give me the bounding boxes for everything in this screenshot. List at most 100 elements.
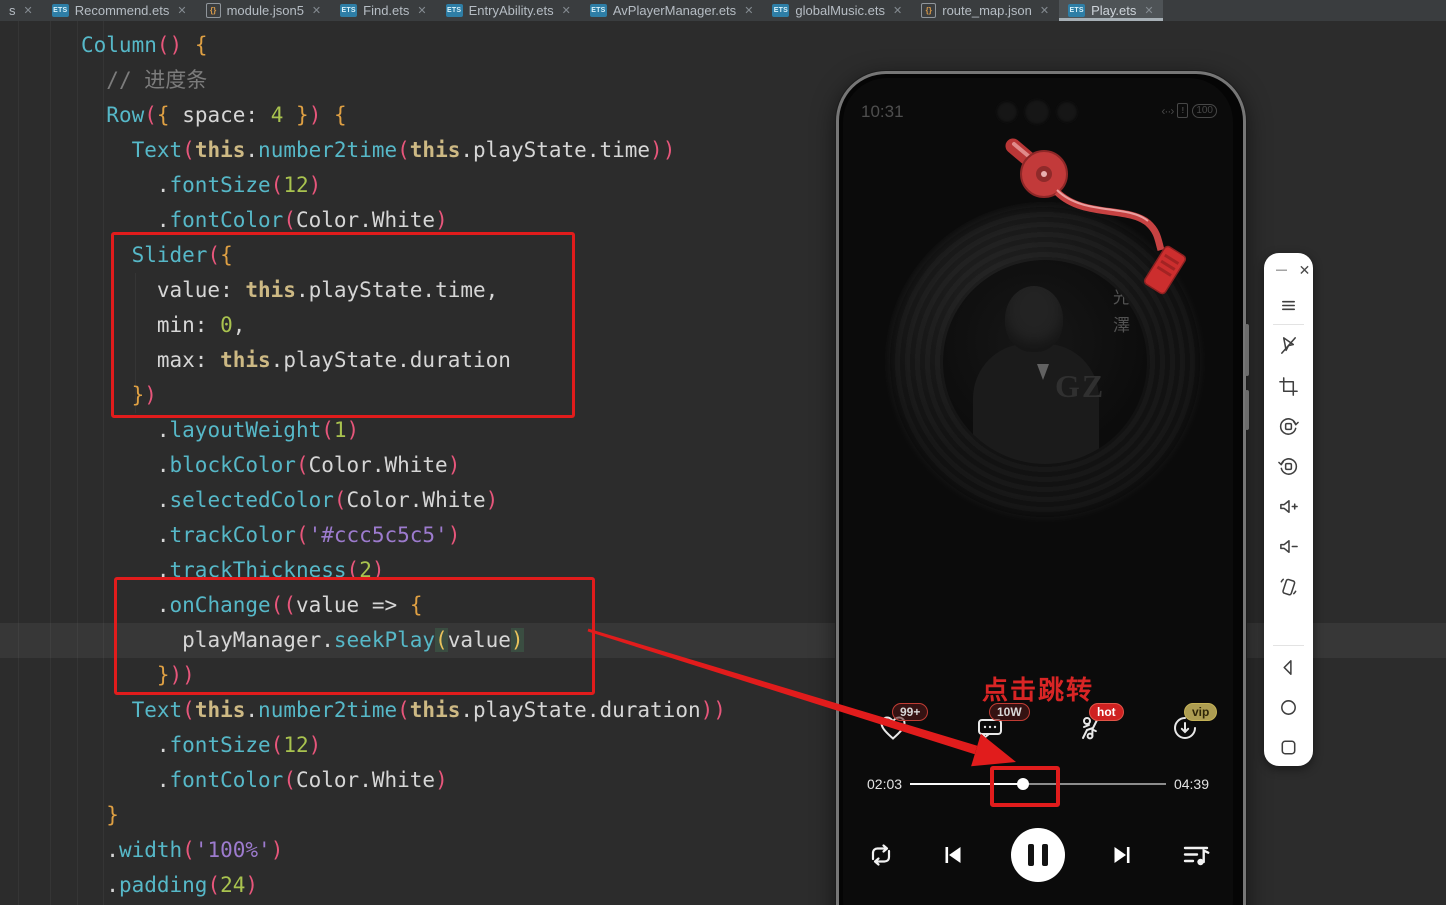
tab-s[interactable]: s✕ xyxy=(0,0,42,21)
tab-label: Find.ets xyxy=(363,3,409,18)
battery-level-badge: 100 xyxy=(1192,104,1217,118)
tab-label: Recommend.ets xyxy=(75,3,170,18)
code-line-20[interactable]: Text(this.number2time(this.playState.dur… xyxy=(81,693,726,728)
battery-alert-icon: ! xyxy=(1177,103,1188,118)
status-icons: ‹··› ! 100 xyxy=(1161,103,1217,118)
total-time: 04:39 xyxy=(1174,776,1209,792)
ets-file-icon: ETS xyxy=(446,4,463,17)
like-badge: 99+ xyxy=(892,703,928,721)
rotate-right-button[interactable] xyxy=(1264,454,1313,478)
json-file-icon: {} xyxy=(206,3,221,18)
song-action-row: 99+ 10W hot vip xyxy=(843,708,1233,758)
ets-file-icon: ETS xyxy=(590,4,607,17)
annotation-box-onchange xyxy=(114,577,595,695)
code-line-1[interactable]: Column() { xyxy=(81,28,726,63)
repeat-button[interactable] xyxy=(866,840,896,870)
tab-recommend-ets[interactable]: ETS Recommend.ets ✕ xyxy=(43,0,196,21)
tab-close-icon[interactable]: ✕ xyxy=(1144,4,1153,17)
nav-recents-button[interactable] xyxy=(1264,735,1313,759)
close-button[interactable]: ✕ xyxy=(1296,262,1313,279)
share-badge: hot xyxy=(1089,703,1124,721)
network-icon: ‹··› xyxy=(1161,104,1173,118)
previous-track-button[interactable] xyxy=(939,841,967,869)
earphone-graphic xyxy=(843,118,1233,438)
tab-label: AvPlayerManager.ets xyxy=(613,3,736,18)
tab-label: module.json5 xyxy=(227,3,304,18)
share-button[interactable]: hot xyxy=(1074,712,1108,746)
tab-close-icon[interactable]: ✕ xyxy=(893,4,902,17)
minimize-button[interactable]: — xyxy=(1273,264,1290,276)
rotate-left-button[interactable] xyxy=(1264,414,1313,438)
pause-button[interactable] xyxy=(1011,828,1065,882)
previewer-toolbar: — ✕ xyxy=(1264,253,1313,766)
tab-close-icon[interactable]: ✕ xyxy=(312,4,321,17)
replay-badge: vip xyxy=(1184,703,1217,721)
like-button[interactable]: 99+ xyxy=(877,712,911,746)
ide-window: s✕ETSRecommend.ets✕{}module.json5✕ETSFin… xyxy=(0,0,1446,905)
phone-power-button xyxy=(1245,390,1249,430)
pointer-off-button[interactable] xyxy=(1264,333,1313,357)
ets-file-icon: ETS xyxy=(340,4,357,17)
tab-label: Play.ets xyxy=(1091,3,1136,18)
tab-close-icon[interactable]: ✕ xyxy=(177,4,186,17)
tab-close-icon[interactable]: ✕ xyxy=(744,4,753,17)
code-line-4[interactable]: Text(this.number2time(this.playState.tim… xyxy=(81,133,726,168)
code-line-3[interactable]: Row({ space: 4 }) { xyxy=(81,98,726,133)
annotation-box-slider-config xyxy=(111,232,575,418)
code-line-22[interactable]: .fontColor(Color.White) xyxy=(81,763,726,798)
tab-module-json5[interactable]: {} module.json5 ✕ xyxy=(197,0,331,21)
gutter-guide xyxy=(77,21,78,905)
next-track-button[interactable] xyxy=(1108,841,1136,869)
ets-file-icon: ETS xyxy=(772,4,789,17)
ets-file-icon: ETS xyxy=(52,4,69,17)
tab-close-icon[interactable]: ✕ xyxy=(562,4,571,17)
code-line-12[interactable]: .layoutWeight(1) xyxy=(81,413,726,448)
json-file-icon: {} xyxy=(921,3,936,18)
code-line-23[interactable]: } xyxy=(81,798,726,833)
tab-find-ets[interactable]: ETS Find.ets ✕ xyxy=(331,0,435,21)
annotation-box-slider-thumb xyxy=(990,766,1060,807)
code-line-15[interactable]: .trackColor('#ccc5c5c5') xyxy=(81,518,726,553)
code-line-14[interactable]: .selectedColor(Color.White) xyxy=(81,483,726,518)
replay-button[interactable]: vip xyxy=(1169,712,1203,746)
code-line-13[interactable]: .blockColor(Color.White) xyxy=(81,448,726,483)
comments-button[interactable]: 10W xyxy=(974,712,1008,746)
gutter-guide xyxy=(18,21,19,905)
gutter-guide xyxy=(50,21,51,905)
tab-play-ets[interactable]: ETS Play.ets ✕ xyxy=(1059,0,1163,21)
tab-avplayermanager-ets[interactable]: ETS AvPlayerManager.ets ✕ xyxy=(581,0,763,21)
tab-close-icon[interactable]: ✕ xyxy=(1040,4,1049,17)
code-line-5[interactable]: .fontSize(12) xyxy=(81,168,726,203)
nav-home-button[interactable] xyxy=(1264,695,1313,719)
ets-file-icon: ETS xyxy=(1068,4,1085,17)
phone-volume-button xyxy=(1245,324,1249,376)
menu-button[interactable] xyxy=(1264,293,1313,317)
player-controls xyxy=(843,827,1233,887)
toolbar-divider xyxy=(1273,645,1304,646)
code-text[interactable]: Column() { // 进度条 Row({ space: 4 }) { Te… xyxy=(81,28,726,903)
nav-back-button[interactable] xyxy=(1264,655,1313,679)
editor-tab-bar: s✕ETSRecommend.ets✕{}module.json5✕ETSFin… xyxy=(0,0,1446,21)
tab-globalmusic-ets[interactable]: ETS globalMusic.ets ✕ xyxy=(763,0,911,21)
code-line-21[interactable]: .fontSize(12) xyxy=(81,728,726,763)
code-line-24[interactable]: .width('100%') xyxy=(81,833,726,868)
playlist-button[interactable] xyxy=(1180,839,1212,871)
tab-label: s xyxy=(9,3,16,18)
tab-close-icon[interactable]: ✕ xyxy=(24,4,33,17)
tab-label: route_map.json xyxy=(942,3,1032,18)
pause-icon xyxy=(1011,828,1065,882)
comments-badge: 10W xyxy=(989,703,1030,721)
tab-route_map-json[interactable]: {} route_map.json ✕ xyxy=(912,0,1058,21)
volume-up-button[interactable] xyxy=(1264,494,1313,518)
tab-close-icon[interactable]: ✕ xyxy=(417,4,426,17)
code-line-2[interactable]: // 进度条 xyxy=(81,63,726,98)
tab-entryability-ets[interactable]: ETSEntryAbility.ets✕ xyxy=(437,0,580,21)
crop-button[interactable] xyxy=(1264,374,1313,398)
shake-device-button[interactable] xyxy=(1264,574,1313,598)
tap-to-seek-hint: 点击跳转 xyxy=(843,670,1233,707)
code-line-25[interactable]: .padding(24) xyxy=(81,868,726,903)
volume-down-button[interactable] xyxy=(1264,534,1313,558)
elapsed-time: 02:03 xyxy=(867,776,902,792)
toolbar-divider xyxy=(1273,324,1304,325)
tab-label: globalMusic.ets xyxy=(795,3,885,18)
